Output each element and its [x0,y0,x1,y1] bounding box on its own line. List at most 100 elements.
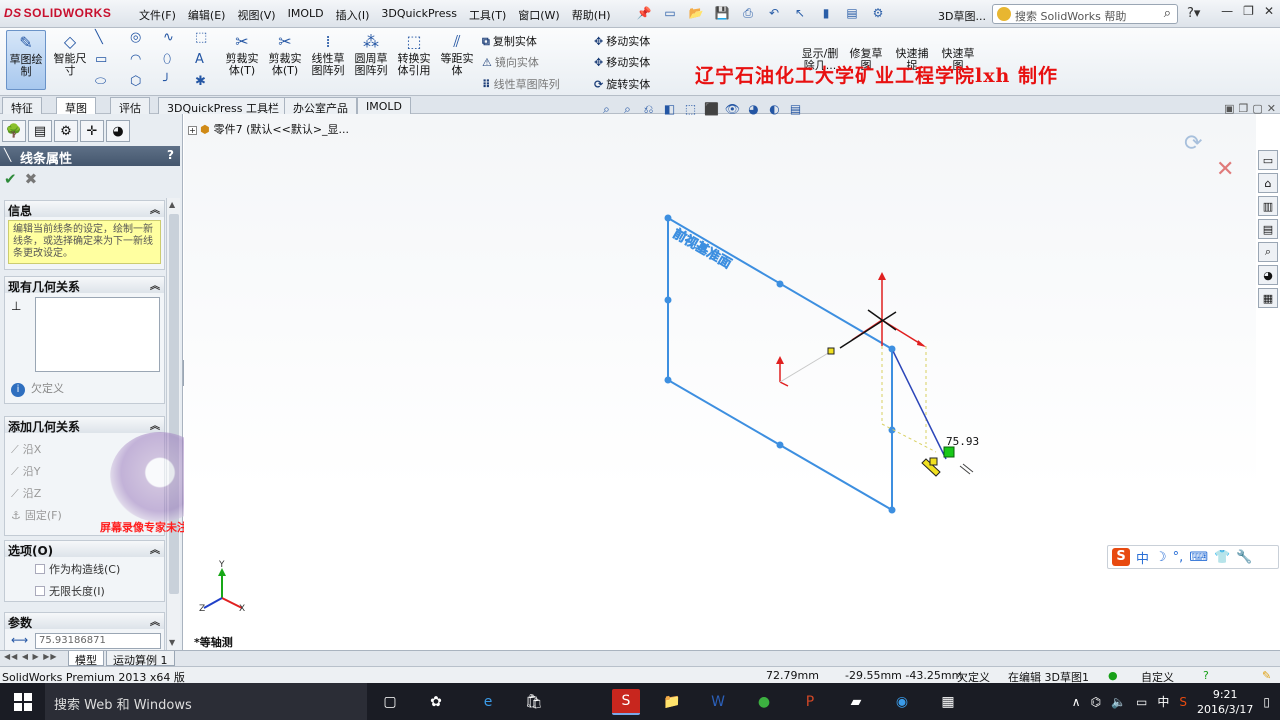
ime-lang[interactable]: 中 [1136,548,1149,567]
store-icon[interactable]: 🛍 [520,689,548,715]
solidworks-logo[interactable]: DS SOLIDWORKS [4,6,111,20]
offset-entities-button[interactable]: ⫽ 等距实体 [437,30,477,90]
notifications-icon[interactable]: ▯ [1263,695,1270,709]
taskbar-search[interactable]: 搜索 Web 和 Windows [45,683,367,720]
tab-3dquickpress[interactable]: 3DQuickPress 工具栏 [158,97,289,115]
mirror-entities-button[interactable]: ⚠ 镜向实体 [482,54,539,70]
edge-icon[interactable]: e [474,689,502,715]
print-icon[interactable]: ⎙ [738,4,758,22]
polygon-tool-icon[interactable]: ⬡ [130,74,141,89]
parameters-header[interactable]: 参数 ︽ [5,613,164,630]
along-y-button[interactable]: ⟋ 沿Y [11,463,40,479]
active-sketch-label[interactable]: 3D草图... [938,8,986,24]
slot-tool-icon[interactable]: ⬭ [95,74,106,89]
save-icon[interactable]: 💾 [712,4,732,22]
message-icon[interactable]: ▭ [1136,695,1147,709]
options-header[interactable]: 选项(O) ︽ [5,541,164,558]
menu-3dquickpress[interactable]: 3DQuickPress [375,7,463,23]
menu-tools[interactable]: 工具(T) [463,7,512,23]
sogou-logo-icon[interactable]: S [1112,548,1130,566]
spline-tool-icon[interactable]: ∿ [163,30,174,45]
notification-icon[interactable]: ✎ [1262,669,1271,682]
tab-sketch[interactable]: 草图 [56,97,96,115]
restore-icon[interactable]: ❐ [1243,4,1254,18]
collapse-icon[interactable]: ︽ [150,201,160,216]
linear-sketch-pattern-button[interactable]: ⠿ 线性草图阵列 [482,76,560,92]
maximize-doc-icon[interactable]: ▢ [1252,102,1262,115]
open-folder-icon[interactable]: 📂 [686,4,706,22]
move-entities-button[interactable]: ✥ 移动实体 [594,33,650,49]
pm-help-button[interactable]: ? [167,148,174,162]
help-search-input[interactable]: 搜索 SolidWorks 帮助 ⌕ [992,4,1178,24]
tab-features[interactable]: 特征 [2,97,42,115]
smart-dimension-button[interactable]: ◇ 智能尺寸 [50,30,90,90]
recorder-icon[interactable]: ▦ [934,689,962,715]
configuration-manager-icon[interactable]: ⚙ [54,120,78,142]
collapse-icon[interactable]: ︽ [150,417,160,432]
trim-entities-button[interactable]: ✂ 剪裁实体(T) [222,30,262,90]
start-icon[interactable] [14,693,32,711]
rectangle-tool-icon[interactable]: ▭ [95,52,107,67]
skin-icon[interactable]: 👕 [1214,550,1230,565]
property-manager-icon[interactable]: ▤ [28,120,52,142]
add-relations-header[interactable]: 添加几何关系 ︽ [5,417,164,434]
line-tool-icon[interactable]: ╲ [95,30,103,45]
restore-doc-icon[interactable]: ❐ [1239,102,1249,115]
fix-button[interactable]: ⚓ 固定(F) [11,507,62,523]
ellipse-tool-icon[interactable]: ⬯ [163,52,171,67]
menu-file[interactable]: 文件(F) [133,7,182,23]
punctuation-icon[interactable]: °, [1173,550,1184,565]
collapse-icon[interactable]: ︽ [150,277,160,292]
undo-icon[interactable]: ↶ [764,4,784,22]
tray-expand-icon[interactable]: ∧ [1072,695,1081,709]
display-manager-icon[interactable]: ◕ [106,120,130,142]
wechat-icon[interactable]: ● [750,689,778,715]
rebuild-icon[interactable]: ▮ [816,4,836,22]
keyboard-icon[interactable]: ⌨ [1189,550,1208,565]
text-tool-icon[interactable]: A [195,52,204,67]
clock[interactable]: 9:21 2016/3/17 [1197,687,1253,717]
tab-scroll-icons[interactable]: ◀◀ ◀ ▶ ▶▶ [4,652,58,661]
appearances-icon[interactable]: ◕ [1258,265,1278,285]
length-field[interactable]: 75.93186871 [35,633,161,649]
arc-tool-icon[interactable]: ◠ [130,52,141,67]
design-library-icon[interactable]: ▥ [1258,196,1278,216]
menu-imold[interactable]: IMOLD [282,7,330,23]
along-x-button[interactable]: ⟋ 沿X [11,441,41,457]
file-explorer-taskbar-icon[interactable]: 📁 [658,689,686,715]
help-status-icon[interactable]: ? [1203,669,1209,682]
construction-checkbox[interactable]: 作为构造线(C) [35,561,120,577]
circle-tool-icon[interactable]: ◎ [130,30,141,45]
info-group-header[interactable]: 信息 ︽ [5,201,164,218]
tray-lang[interactable]: 中 [1157,693,1169,710]
file-explorer-icon[interactable]: ▤ [1258,219,1278,239]
menu-help[interactable]: 帮助(H) [566,7,617,23]
sketch-canvas[interactable]: 前视基准面 75.93 X Z Y ⟳ ✕ [184,114,1256,650]
resources-icon[interactable]: ▭ [1258,150,1278,170]
task-view-icon[interactable]: ▢ [376,689,404,715]
existing-relations-header[interactable]: 现有几何关系 ︽ [5,277,164,294]
close-doc-icon[interactable]: ✕ [1267,102,1276,115]
tools-icon[interactable]: 🔧 [1236,550,1252,565]
moon-icon[interactable]: ☽ [1155,550,1167,565]
sketch-line[interactable] [889,346,947,460]
tab-evaluate[interactable]: 评估 [110,97,150,115]
trim-entities-2-button[interactable]: ✂ 剪裁实体(T) [265,30,305,90]
tab-office-products[interactable]: 办公室产品 [284,97,357,115]
scroll-thumb[interactable] [169,214,179,594]
collapse-icon[interactable]: ︽ [150,541,160,556]
linear-pattern-button[interactable]: ⁞ 线性草图阵列 [308,30,348,90]
menu-view[interactable]: 视图(V) [231,7,281,23]
menu-window[interactable]: 窗口(W) [512,7,565,23]
tile-icon[interactable]: ▣ [1224,102,1234,115]
notes-icon[interactable]: ▰ [842,689,870,715]
existing-relations-list[interactable] [35,297,160,372]
scroll-up-icon[interactable]: ▲ [169,200,175,209]
along-z-button[interactable]: ⟋ 沿Z [11,485,41,501]
panel-scrollbar[interactable]: ▲ ▼ [166,198,180,650]
volume-icon[interactable]: 🔈 [1111,695,1126,709]
confirmation-corner[interactable]: ⟳ ✕ [1184,131,1234,182]
tab-motion-study[interactable]: 运动算例 1 [106,651,175,667]
scroll-down-icon[interactable]: ▼ [169,638,175,647]
tab-model[interactable]: 模型 [68,651,104,667]
